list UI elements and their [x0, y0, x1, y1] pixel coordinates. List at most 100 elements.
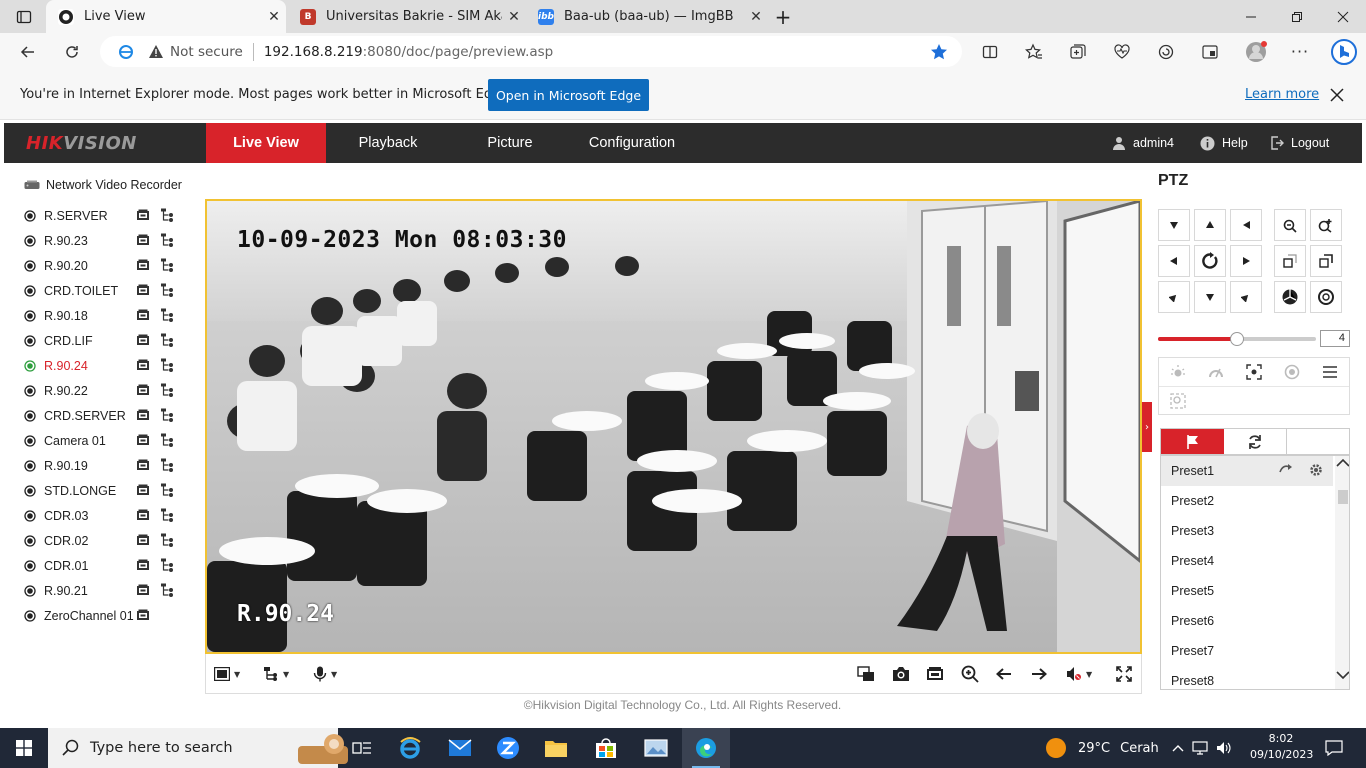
camera-item[interactable]: CRD.SERVER [24, 405, 194, 427]
stream-info-icon[interactable] [160, 458, 176, 472]
window-division-button[interactable]: ▼ [214, 663, 240, 685]
ptz-down-button[interactable] [1194, 281, 1226, 313]
user-menu[interactable]: admin4 [1112, 123, 1174, 163]
refresh-button[interactable] [54, 33, 90, 70]
camera-item[interactable]: R.90.23 [24, 230, 194, 252]
collapse-ptz-handle[interactable]: › [1142, 402, 1152, 452]
digital-zoom-button[interactable] [961, 663, 979, 685]
record-icon[interactable] [136, 384, 150, 396]
tab-patrols[interactable] [1224, 429, 1287, 454]
next-page-button[interactable] [1031, 663, 1047, 685]
nav-playback[interactable]: Playback [328, 123, 448, 163]
settings-more-button[interactable]: ··· [1282, 33, 1318, 70]
record-icon[interactable] [136, 484, 150, 496]
collections-button[interactable] [1060, 33, 1096, 70]
gear-icon[interactable] [1309, 463, 1323, 477]
close-tab-icon[interactable]: ✕ [744, 9, 768, 25]
stream-info-icon[interactable] [160, 483, 176, 497]
scroll-up-icon[interactable] [1336, 458, 1349, 468]
camera-item[interactable]: R.SERVER [24, 205, 194, 227]
camera-item[interactable]: STD.LONGE [24, 480, 194, 502]
new-tab-button[interactable]: + [768, 0, 798, 33]
close-window-button[interactable] [1320, 0, 1366, 33]
record-icon[interactable] [136, 559, 150, 571]
stream-info-icon[interactable] [160, 433, 176, 447]
stream-info-icon[interactable] [160, 233, 176, 247]
browser-essentials-button[interactable] [1104, 33, 1140, 70]
camera-item[interactable]: R.90.21 [24, 580, 194, 602]
address-bar[interactable]: Not secure 192.168.8.219:8080/doc/page/p… [100, 36, 962, 67]
wiper-button[interactable] [1197, 358, 1235, 386]
preset-item[interactable]: Preset6 [1161, 606, 1333, 636]
stream-info-icon[interactable] [160, 358, 176, 372]
nav-live-view[interactable]: Live View [206, 123, 326, 163]
stream-info-icon[interactable] [160, 283, 176, 297]
camera-item[interactable]: CDR.01 [24, 555, 194, 577]
edge-app[interactable] [682, 728, 730, 768]
tree-root-nvr[interactable]: Network Video Recorder [24, 178, 182, 192]
camera-item[interactable]: R.90.24 [24, 355, 194, 377]
tray-chevron-up-icon[interactable] [1172, 744, 1184, 752]
record-icon[interactable] [136, 334, 150, 346]
photos-app[interactable] [632, 728, 680, 768]
record-icon[interactable] [136, 609, 150, 621]
volume-icon[interactable] [1216, 741, 1232, 755]
lens-init-button[interactable] [1273, 358, 1311, 386]
favorites-button[interactable] [1016, 33, 1052, 70]
open-in-edge-button[interactable]: Open in Microsoft Edge [488, 79, 649, 111]
stream-info-icon[interactable] [160, 208, 176, 222]
camera-item[interactable]: R.90.19 [24, 455, 194, 477]
light-button[interactable] [1159, 358, 1197, 386]
record-icon[interactable] [136, 259, 150, 271]
tab-actions-button[interactable] [2, 0, 46, 33]
record-icon[interactable] [136, 584, 150, 596]
stop-all-preview-button[interactable] [857, 663, 875, 685]
taskbar-clock[interactable]: 8:02 09/10/2023 [1250, 731, 1313, 763]
more-menu-button[interactable] [1311, 358, 1349, 386]
camera-item[interactable]: CDR.03 [24, 505, 194, 527]
learn-more-link[interactable]: Learn more [1245, 87, 1319, 102]
ptz-auto-scan-button[interactable] [1194, 245, 1226, 277]
ptz-up-button[interactable] [1194, 209, 1226, 241]
stream-info-icon[interactable] [160, 408, 176, 422]
zoom-in-button[interactable] [1310, 209, 1342, 241]
ptz-up-left-button[interactable] [1158, 209, 1190, 241]
ptz-down-right-button[interactable] [1230, 281, 1262, 313]
nav-picture[interactable]: Picture [450, 123, 570, 163]
weather-widget[interactable]: 29°C Cerah [1046, 728, 1159, 768]
profile-button[interactable] [1238, 33, 1274, 70]
taskbar-search-box[interactable]: Type here to search [48, 728, 348, 768]
volume-button[interactable]: ▼ [1066, 663, 1092, 685]
close-tab-icon[interactable]: ✕ [502, 9, 526, 25]
logout-button[interactable]: Logout [1270, 123, 1329, 163]
favorite-star-icon[interactable] [930, 43, 948, 61]
tab-presets[interactable] [1161, 429, 1224, 454]
close-infobar-icon[interactable] [1326, 84, 1348, 106]
file-explorer-app[interactable] [532, 728, 580, 768]
audio-talk-button[interactable]: ▼ [313, 663, 337, 685]
close-tab-icon[interactable]: ✕ [262, 9, 286, 25]
scroll-down-icon[interactable] [1336, 670, 1349, 680]
preset-item[interactable]: Preset4 [1161, 546, 1333, 576]
ptz-speed-slider[interactable] [1158, 332, 1316, 346]
iris-open-button[interactable] [1274, 281, 1306, 313]
stream-info-icon[interactable] [160, 383, 176, 397]
screenshot-button[interactable] [1192, 33, 1228, 70]
preset-item[interactable]: Preset5 [1161, 576, 1333, 606]
ptz-left-button[interactable] [1158, 245, 1190, 277]
stream-info-icon[interactable] [160, 583, 176, 597]
stream-info-icon[interactable] [160, 308, 176, 322]
bing-copilot-button[interactable] [1324, 33, 1364, 70]
3d-positioning-button[interactable] [1159, 387, 1197, 415]
ptz-down-left-button[interactable] [1158, 281, 1190, 313]
nav-configuration[interactable]: Configuration [572, 123, 692, 163]
zoom-app[interactable] [484, 728, 532, 768]
camera-item[interactable]: R.90.20 [24, 255, 194, 277]
capture-button[interactable] [892, 663, 910, 685]
extensions-button[interactable] [1148, 33, 1184, 70]
stream-info-icon[interactable] [160, 533, 176, 547]
mail-app[interactable] [436, 728, 484, 768]
ptz-up-right-button[interactable] [1230, 209, 1262, 241]
preset-item[interactable]: Preset2 [1161, 486, 1333, 516]
record-icon[interactable] [136, 359, 150, 371]
